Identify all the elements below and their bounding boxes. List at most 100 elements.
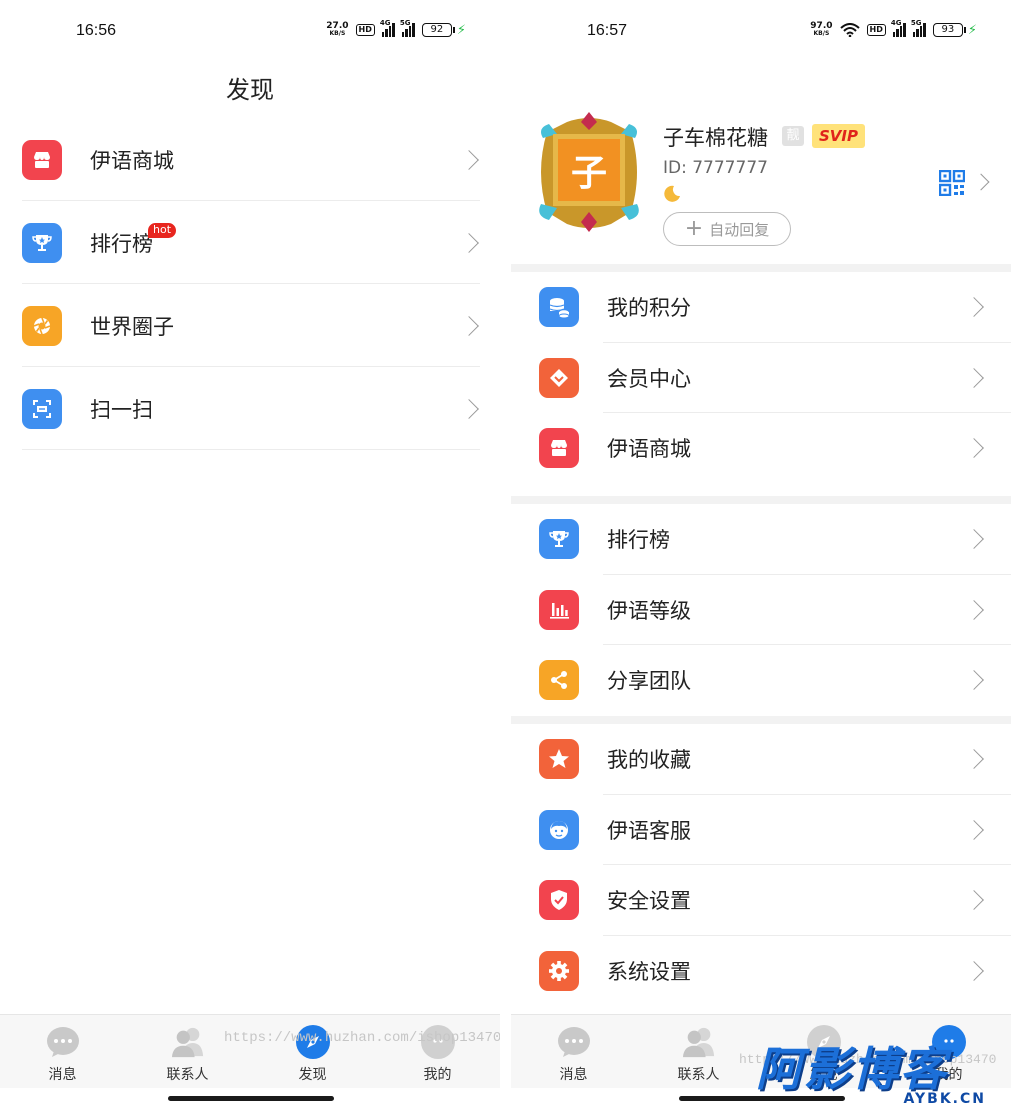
- chevron-right-icon: [964, 297, 984, 318]
- status-bar: 16:57 97.0 KB/S HD 4G 5G 93 ⚡: [511, 0, 1011, 64]
- moon-icon: [664, 185, 680, 202]
- star-icon: [539, 739, 579, 780]
- gear-icon: [539, 950, 579, 991]
- message-icon: [557, 1025, 591, 1059]
- qr-code-icon[interactable]: [939, 170, 965, 196]
- message-icon: [46, 1025, 80, 1059]
- signal-4g-icon: 4G: [891, 19, 906, 37]
- chevron-right-icon: [459, 232, 479, 253]
- chevron-right-icon: [964, 599, 984, 620]
- shop-icon: [539, 428, 579, 469]
- chevron-right-icon: [459, 149, 479, 170]
- tab-discover[interactable]: 发现: [250, 1015, 375, 1088]
- network-speed: 97.0 KB/S: [810, 21, 833, 38]
- menu-item-shop[interactable]: 伊语商城: [0, 118, 500, 201]
- avatar[interactable]: 子: [527, 108, 651, 236]
- profile-screen: 16:57 97.0 KB/S HD 4G 5G 93 ⚡ 子 子车棉花糖 靓 …: [511, 0, 1011, 1111]
- auto-reply-button[interactable]: + 自动回复: [663, 212, 791, 246]
- menu-label: 世界圈子: [90, 314, 174, 339]
- menu-item-system-settings[interactable]: 系统设置: [511, 936, 1011, 1007]
- chevron-right-icon: [964, 890, 984, 911]
- tab-contacts[interactable]: 联系人: [125, 1015, 250, 1088]
- trophy-icon: [539, 519, 579, 560]
- hd-icon: HD: [355, 24, 375, 36]
- scan-icon: [22, 388, 62, 429]
- bottom-tab-bar: 消息 联系人 发现 我的: [0, 1014, 500, 1088]
- chevron-right-icon: [964, 529, 984, 550]
- chevron-right-icon: [964, 670, 984, 691]
- plus-icon: +: [684, 216, 704, 241]
- settings-group-3: 我的收藏 伊语客服 安全设置 系统设置: [511, 724, 1011, 1006]
- profile-header[interactable]: 子 子车棉花糖 靓 SVIP ID: 7777777 + 自动回复: [511, 100, 1011, 264]
- network-speed: 27.0 KB/S: [326, 21, 349, 38]
- brand-watermark: 阿影博客 AYBK.CN: [756, 1044, 996, 1106]
- hd-icon: HD: [866, 24, 886, 36]
- tab-messages[interactable]: 消息: [0, 1015, 125, 1088]
- bar-chart-icon: [539, 589, 579, 630]
- discover-menu: 伊语商城 排行榜 hot 世界圈子 扫一扫: [0, 118, 500, 450]
- menu-item-vip-center[interactable]: 会员中心: [511, 343, 1011, 413]
- tab-profile[interactable]: 我的: [375, 1015, 500, 1088]
- shop-icon: [22, 139, 62, 180]
- charging-icon: ⚡: [967, 22, 977, 38]
- settings-group-2: 排行榜 伊语等级 分享团队: [511, 504, 1011, 716]
- menu-item-favorites[interactable]: 我的收藏: [511, 724, 1011, 795]
- page-title: 发现: [226, 76, 274, 104]
- menu-item-scan[interactable]: 扫一扫: [0, 367, 500, 450]
- menu-item-ranking[interactable]: 排行榜: [511, 504, 1011, 575]
- battery-icon: 93 ⚡: [932, 22, 977, 38]
- liang-badge: 靓: [782, 126, 804, 146]
- menu-item-ranking[interactable]: 排行榜 hot: [0, 201, 500, 284]
- battery-icon: 92 ⚡: [421, 22, 466, 38]
- home-indicator[interactable]: [168, 1096, 334, 1101]
- menu-label: 伊语商城: [90, 148, 174, 173]
- charging-icon: ⚡: [456, 22, 466, 38]
- discover-screen: 16:56 27.0 KB/S HD 4G 5G 92 ⚡ 发现 伊语商城 排行…: [0, 0, 500, 1111]
- menu-label: 排行榜: [90, 231, 153, 256]
- status-time: 16:56: [76, 22, 117, 39]
- chevron-right-icon: [964, 960, 984, 981]
- customer-service-icon: [539, 809, 579, 850]
- contacts-icon: [171, 1025, 205, 1059]
- aperture-icon: [22, 305, 62, 346]
- svip-badge: SVIP: [812, 124, 865, 148]
- tab-messages[interactable]: 消息: [511, 1015, 636, 1088]
- status-icons: 27.0 KB/S HD 4G 5G 92 ⚡: [326, 19, 466, 38]
- chevron-right-icon: [964, 438, 984, 459]
- wifi-icon: [839, 23, 860, 37]
- vip-diamond-icon: [539, 357, 579, 398]
- menu-item-shop[interactable]: 伊语商城: [511, 413, 1011, 484]
- contacts-icon: [682, 1025, 716, 1059]
- status-icons: 97.0 KB/S HD 4G 5G 93 ⚡: [810, 19, 977, 38]
- signal-4g-icon: 4G: [380, 19, 395, 37]
- menu-item-security[interactable]: 安全设置: [511, 865, 1011, 936]
- chevron-right-icon: [964, 749, 984, 770]
- menu-item-share-team[interactable]: 分享团队: [511, 645, 1011, 716]
- chevron-right-icon: [459, 398, 479, 419]
- shield-icon: [539, 880, 579, 921]
- signal-5g-icon: 5G: [911, 19, 926, 37]
- menu-item-points[interactable]: 我的积分: [511, 272, 1011, 343]
- avatar-image: 子: [558, 139, 620, 201]
- nickname: 子车棉花糖: [663, 126, 768, 150]
- chevron-right-icon: [964, 819, 984, 840]
- brand-en: AYBK.CN: [903, 1091, 986, 1107]
- menu-item-customer-service[interactable]: 伊语客服: [511, 795, 1011, 865]
- status-time: 16:57: [587, 22, 628, 39]
- menu-item-level[interactable]: 伊语等级: [511, 575, 1011, 645]
- hot-badge: hot: [148, 223, 177, 238]
- chevron-right-icon: [972, 173, 990, 191]
- brand-cn: 阿影博客: [756, 1042, 948, 1096]
- menu-label: 扫一扫: [90, 397, 153, 422]
- chevron-right-icon: [459, 315, 479, 336]
- coins-icon: [539, 287, 579, 328]
- signal-5g-icon: 5G: [400, 19, 415, 37]
- share-icon: [539, 660, 579, 701]
- settings-group-1: 我的积分 会员中心 伊语商城: [511, 272, 1011, 484]
- watermark-url: https://www.huzhan.com/ishop13470: [224, 1030, 500, 1046]
- user-id: ID: 7777777: [663, 158, 768, 178]
- trophy-icon: [22, 222, 62, 263]
- chevron-right-icon: [964, 367, 984, 388]
- status-bar: 16:56 27.0 KB/S HD 4G 5G 92 ⚡: [0, 0, 500, 64]
- menu-item-world-circle[interactable]: 世界圈子: [0, 284, 500, 367]
